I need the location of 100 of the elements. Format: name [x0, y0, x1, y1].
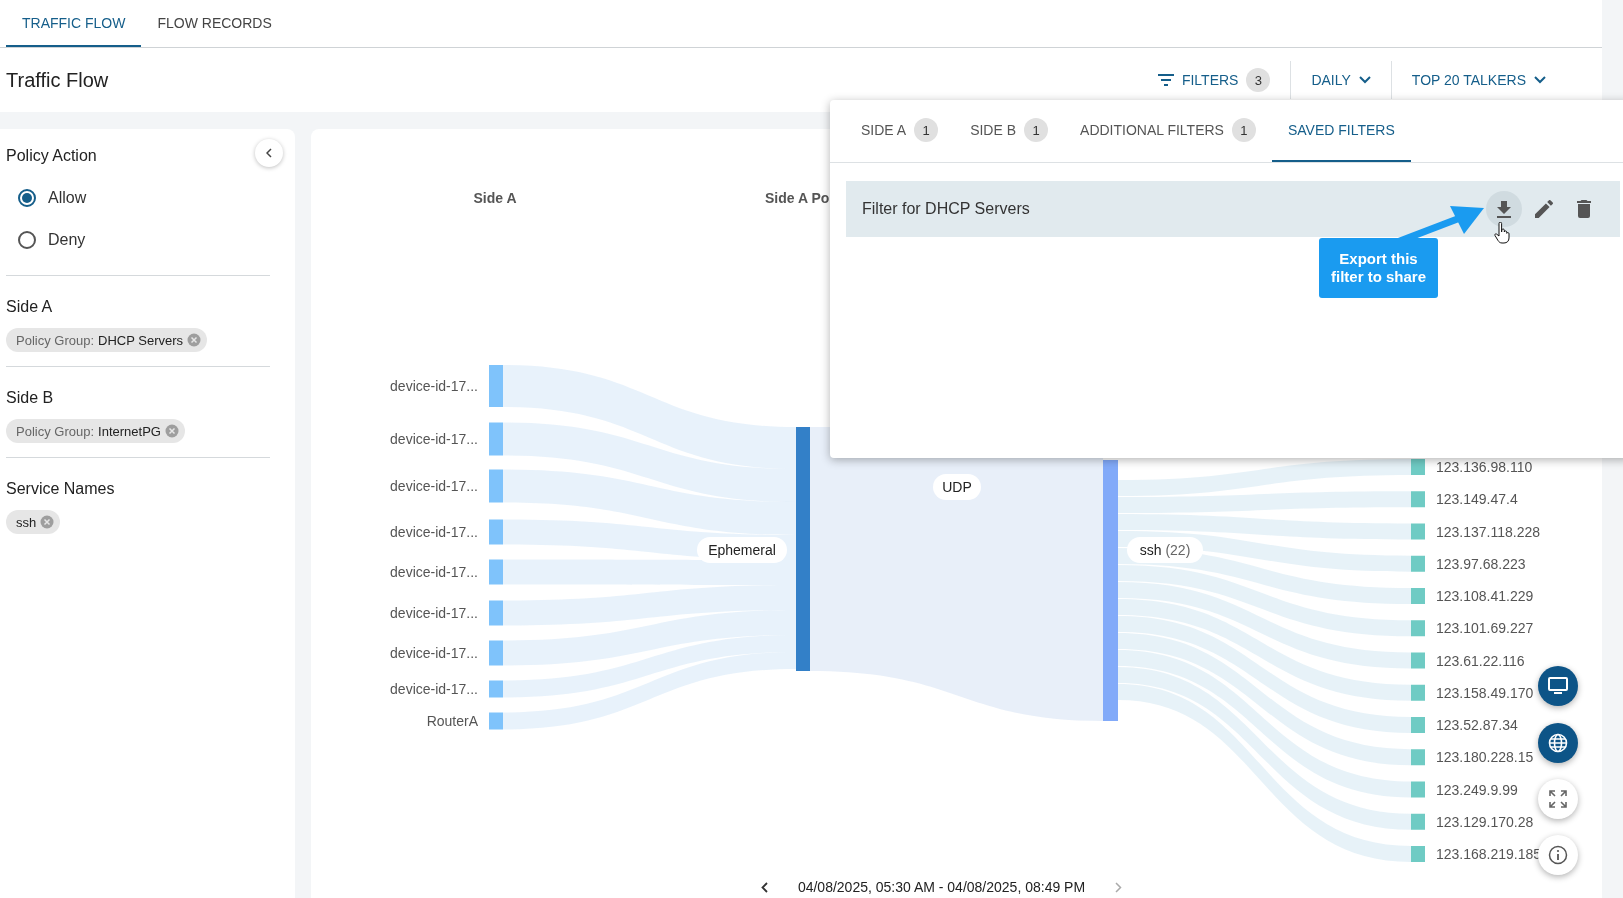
- node-label: device-id-17...: [390, 524, 478, 540]
- sankey-node[interactable]: [1411, 846, 1425, 862]
- column-heading: Side A: [473, 190, 517, 206]
- sankey-node[interactable]: [1411, 652, 1425, 669]
- globe-icon: [1548, 733, 1568, 753]
- sankey-node[interactable]: [796, 427, 810, 671]
- remove-icon[interactable]: [40, 515, 55, 529]
- monitor-icon: [1548, 677, 1568, 695]
- filter-chip[interactable]: Policy Group: DHCP Servers: [6, 328, 208, 352]
- sankey-node[interactable]: [1411, 491, 1425, 508]
- node-label: 123.52.87.34: [1436, 717, 1518, 733]
- tab[interactable]: SIDE A 1: [845, 100, 955, 162]
- node-label: 123.129.170.28: [1436, 813, 1534, 830]
- tooltip: Export this filter to share: [1319, 238, 1438, 298]
- node-label: 123.149.47.4: [1436, 491, 1518, 508]
- info-button[interactable]: [1538, 835, 1578, 875]
- download-icon: [1497, 200, 1511, 218]
- chevron-down-icon: [1534, 76, 1546, 84]
- node-label: 123.168.219.185: [1436, 846, 1542, 862]
- chevron-left-icon: [760, 881, 768, 893]
- sankey-node[interactable]: [1411, 749, 1425, 766]
- node-label: Ephemeral: [697, 537, 787, 563]
- count-badge: 1: [914, 118, 939, 142]
- node-label: 123.101.69.227: [1436, 620, 1534, 637]
- section-heading: Service Names: [6, 480, 115, 498]
- hand-cursor-icon: [1494, 222, 1510, 244]
- radio-button[interactable]: [18, 231, 36, 249]
- count-badge: 1: [1231, 118, 1256, 142]
- node-label: 123.108.41.229: [1436, 588, 1534, 604]
- sankey-node[interactable]: [489, 680, 503, 698]
- remove-icon[interactable]: [187, 333, 202, 347]
- monitor-button[interactable]: [1538, 666, 1578, 706]
- sankey-node[interactable]: [1411, 620, 1425, 637]
- saved-filter-name: Filter for DHCP Servers: [862, 200, 1030, 218]
- pencil-icon: [1535, 200, 1553, 218]
- node-label: 123.61.22.116: [1436, 652, 1525, 669]
- count-badge: 3: [1246, 68, 1271, 92]
- tab[interactable]: TRAFFIC FLOW: [6, 0, 142, 47]
- sankey-node[interactable]: [489, 422, 503, 456]
- sankey-node[interactable]: [1411, 781, 1425, 798]
- trash-icon: [1577, 200, 1591, 218]
- filter-icon: [1157, 74, 1174, 86]
- remove-icon[interactable]: [164, 424, 179, 438]
- sankey-node[interactable]: [1411, 684, 1425, 701]
- fullscreen-button[interactable]: [1538, 779, 1578, 819]
- info-icon: [1548, 845, 1568, 865]
- tab[interactable]: FLOW RECORDS: [141, 0, 288, 47]
- saved-filter-row[interactable]: Filter for DHCP Servers: [846, 181, 1620, 237]
- node-label: RouterA: [426, 713, 478, 729]
- sankey-node[interactable]: [489, 600, 503, 626]
- sankey-node[interactable]: [1411, 459, 1425, 475]
- expand-icon: [1549, 790, 1567, 808]
- section-heading: Side A: [6, 298, 53, 316]
- tab[interactable]: ADDITIONAL FILTERS 1: [1064, 100, 1272, 162]
- node-label: device-id-17...: [390, 681, 478, 697]
- node-label: device-id-17...: [390, 378, 478, 394]
- node-label: device-id-17...: [390, 478, 478, 494]
- sankey-node[interactable]: [489, 712, 503, 730]
- node-label: 123.136.98.110: [1436, 459, 1533, 475]
- chevron-down-icon: [1358, 76, 1371, 84]
- sankey-node[interactable]: [489, 469, 503, 503]
- sankey-node[interactable]: [489, 559, 503, 585]
- sankey-node[interactable]: [1103, 460, 1118, 721]
- sankey-node[interactable]: [1411, 555, 1425, 572]
- chevron-left-icon: [266, 148, 272, 158]
- radio-label: Allow: [48, 189, 87, 207]
- node-label: 123.158.49.170: [1436, 684, 1534, 701]
- globe-button[interactable]: [1538, 723, 1578, 763]
- previous-button[interactable]: [760, 881, 768, 893]
- node-label: device-id-17...: [390, 605, 478, 621]
- node-label: 123.137.118.228: [1436, 523, 1541, 540]
- node-label: 123.180.228.15: [1436, 749, 1534, 766]
- period-dropdown[interactable]: DAILY: [1291, 62, 1391, 98]
- next-button[interactable]: [1115, 881, 1123, 893]
- count-badge: 1: [1024, 118, 1049, 142]
- tab[interactable]: SAVED FILTERS: [1271, 100, 1411, 162]
- node-label: device-id-17...: [390, 645, 478, 661]
- sankey-node[interactable]: [1411, 717, 1425, 733]
- radio-label: Deny: [48, 231, 86, 249]
- sankey-node[interactable]: [1411, 523, 1425, 540]
- node-label: 123.249.9.99: [1436, 781, 1518, 798]
- section-heading: Side B: [6, 389, 54, 407]
- column-heading: Side A Po: [765, 190, 830, 206]
- collapse-button[interactable]: [255, 139, 283, 167]
- download-button[interactable]: [1486, 191, 1522, 227]
- filters-button[interactable]: FILTERS 3: [1137, 62, 1291, 98]
- page-title: Traffic Flow: [6, 68, 109, 92]
- radio-button[interactable]: [18, 189, 36, 207]
- sankey-node[interactable]: [489, 365, 503, 407]
- sankey-node[interactable]: [489, 640, 503, 666]
- date-range: 04/08/2025, 05:30 AM - 04/08/2025, 08:49 PM: [797, 879, 1086, 895]
- node-label: 123.97.68.223: [1436, 555, 1526, 572]
- filter-chip[interactable]: Policy Group: InternetPG: [6, 419, 185, 443]
- filter-chip[interactable]: ssh: [6, 510, 61, 534]
- sankey-node[interactable]: [1411, 588, 1425, 604]
- tab[interactable]: SIDE B 1: [954, 100, 1065, 162]
- top-talkers-dropdown[interactable]: TOP 20 TALKERS: [1391, 62, 1566, 98]
- node-label: ssh (22): [1127, 537, 1203, 563]
- sankey-node[interactable]: [489, 519, 503, 545]
- sankey-node[interactable]: [1411, 813, 1425, 830]
